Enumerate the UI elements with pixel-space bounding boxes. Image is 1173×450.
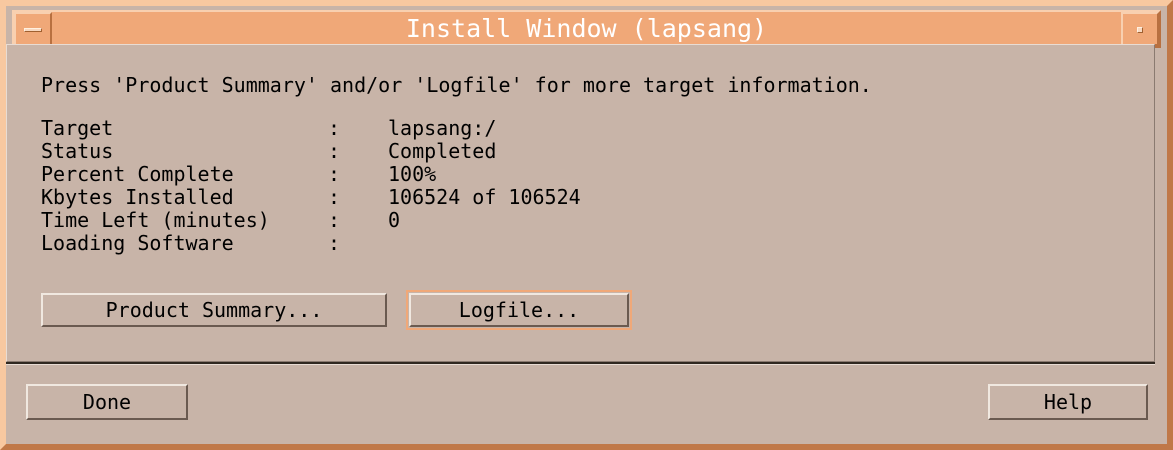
window-menu-button[interactable] [14, 12, 52, 46]
info-value: 100% [388, 162, 437, 186]
info-colon: : [328, 185, 341, 209]
info-label: Status [41, 139, 114, 163]
minimize-button[interactable] [1121, 12, 1159, 46]
separator [6, 362, 1155, 365]
info-value: 106524 of 106524 [388, 185, 581, 209]
window-title: Install Window (lapsang) [405, 14, 768, 43]
info-colon: : [328, 208, 341, 232]
minimize-icon [1137, 27, 1143, 33]
info-row-loading: Loading Software : [41, 232, 581, 255]
info-label: Kbytes Installed [41, 185, 234, 209]
product-summary-button[interactable]: Product Summary... [41, 293, 387, 327]
info-colon: : [328, 231, 341, 255]
done-button[interactable]: Done [26, 384, 188, 420]
info-row-kbytes: Kbytes Installed : 106524 of 106524 [41, 186, 581, 209]
info-row-percent: Percent Complete : 100% [41, 163, 581, 186]
window-menu-icon [24, 28, 42, 32]
info-label: Time Left (minutes) [41, 208, 270, 232]
info-row-target: Target : lapsang:/ [41, 117, 581, 140]
info-label: Target [41, 116, 114, 140]
info-label: Percent Complete [41, 162, 234, 186]
target-info: Target : lapsang:/ Status : Completed Pe… [41, 117, 581, 255]
info-value: 0 [388, 208, 401, 232]
info-row-status: Status : Completed [41, 140, 581, 163]
info-colon: : [328, 139, 341, 163]
info-colon: : [328, 116, 341, 140]
help-button[interactable]: Help [988, 384, 1148, 420]
hint-text: Press 'Product Summary' and/or 'Logfile'… [41, 73, 872, 97]
info-label: Loading Software [41, 231, 234, 255]
logfile-button[interactable]: Logfile... [406, 290, 632, 330]
info-colon: : [328, 162, 341, 186]
info-value: Completed [388, 139, 497, 163]
info-value: lapsang:/ [388, 116, 497, 140]
work-area: Press 'Product Summary' and/or 'Logfile'… [6, 44, 1155, 362]
title-bar[interactable]: Install Window (lapsang) [12, 10, 1161, 48]
info-row-time-left: Time Left (minutes) : 0 [41, 209, 581, 232]
